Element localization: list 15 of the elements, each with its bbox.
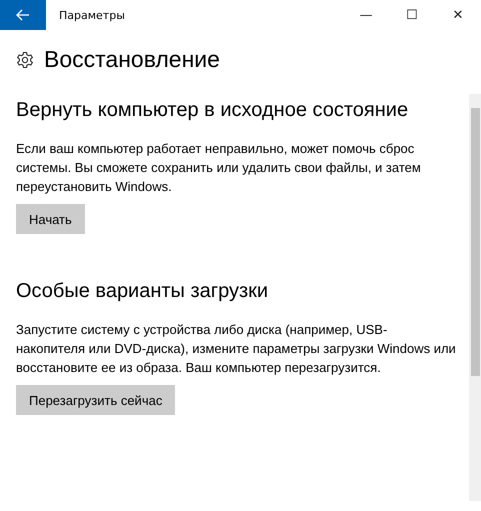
section-title: Вернуть компьютер в исходное состояние (16, 98, 410, 123)
back-button[interactable] (0, 0, 46, 30)
close-button[interactable]: ✕ (435, 0, 481, 30)
action-button[interactable]: Перезагрузить сейчас (16, 385, 176, 415)
minimize-button[interactable]: — (343, 0, 389, 30)
maximize-button[interactable]: ☐ (389, 0, 435, 30)
settings-icon (16, 50, 34, 68)
page-title: Восстановление (44, 46, 220, 73)
section-description: Запустите систему с устройства либо диска (например, USB-накопителя или DVD-диска), измените параметры загрузки Windows или восстановите ее из образа. Ваш компьютер перезагрузится. (16, 321, 456, 377)
section-description: Если ваш компьютер работает неправильно, может помочь сброс системы. Вы сможете сохранить или удалить свои файлы, и затем переустановить Windows. (16, 140, 422, 196)
back-arrow-icon (16, 9, 30, 21)
action-button[interactable]: Начать (16, 204, 85, 234)
window-title: Параметры (59, 8, 126, 22)
section-title: Особые варианты загрузки (16, 279, 270, 304)
scrollbar[interactable] (469, 94, 481, 501)
